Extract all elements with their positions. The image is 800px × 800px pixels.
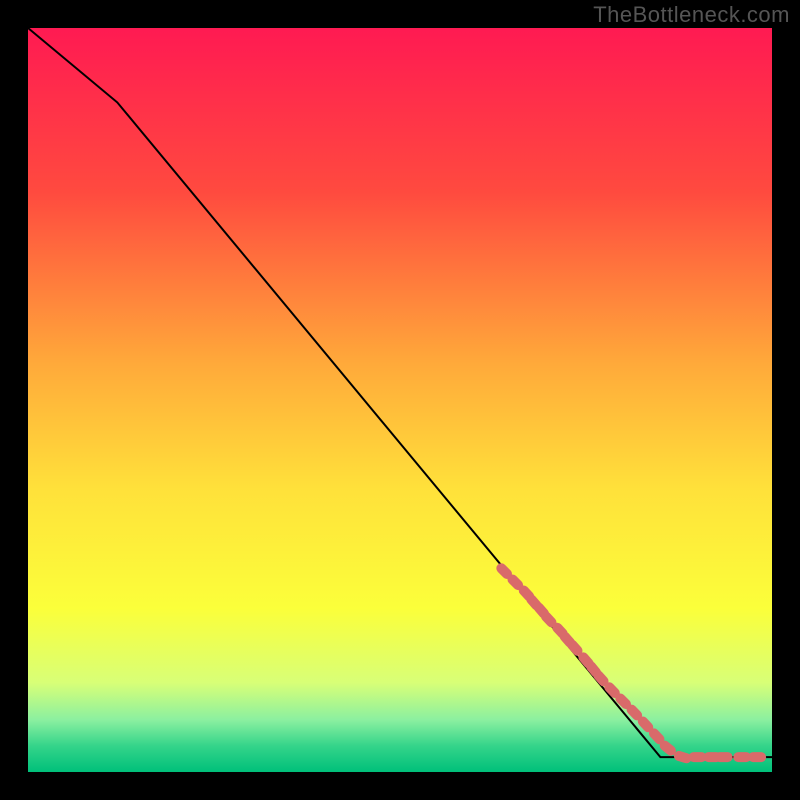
plot-area: [28, 28, 772, 772]
watermark-label: TheBottleneck.com: [593, 2, 790, 28]
chart-frame: TheBottleneck.com: [0, 0, 800, 800]
highlight-marker: [715, 752, 733, 762]
chart-svg: [28, 28, 772, 772]
highlight-marker: [748, 752, 766, 762]
gradient-background: [28, 28, 772, 772]
